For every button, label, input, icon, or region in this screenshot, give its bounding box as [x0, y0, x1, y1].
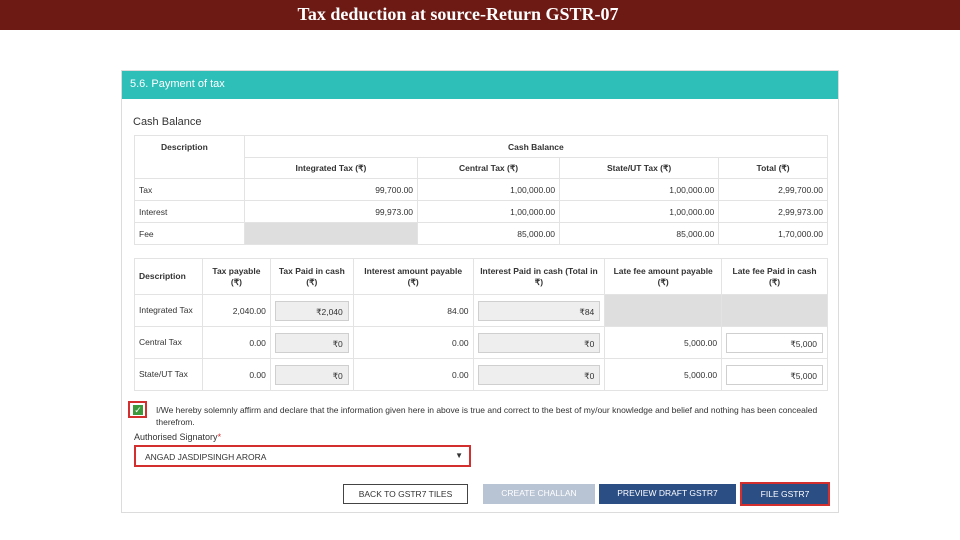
late-fee-paid-field[interactable]: ₹5,000 [726, 364, 823, 385]
pay-header-interest-paid: Interest Paid in cash (Total in ₹) [472, 258, 606, 295]
pay-cell-interest-payable: 84.00 [352, 294, 474, 327]
signatory-select[interactable]: ANGAD JASDIPSINGH ARORA ▼ [134, 445, 471, 467]
tax-paid-field[interactable]: ₹2,040 [274, 300, 349, 321]
pay-cell-tax-payable: 0.00 [201, 326, 271, 359]
payment-of-tax-panel: 5.6. Payment of tax Cash Balance Descrip… [121, 70, 839, 513]
cash-cell-total: 2,99,973.00 [718, 200, 828, 223]
cash-cell-total: 2,99,700.00 [718, 178, 828, 201]
pay-header-late-fee-payable: Late fee amount payable (₹) [604, 258, 723, 295]
pay-cell-late-fee-payable: 5,000.00 [604, 326, 723, 359]
chevron-down-icon: ▼ [455, 451, 463, 460]
cash-header-group: Cash Balance [243, 135, 829, 158]
cash-header-description: Description [134, 135, 245, 179]
cash-header-integrated-tax: Integrated Tax (₹) [243, 157, 419, 179]
declaration-text: I/We hereby solemnly affirm and declare … [156, 405, 818, 427]
cash-cell-cgst: 85,000.00 [417, 222, 561, 245]
signatory-label-text: Authorised Signatory [134, 432, 218, 442]
pay-cell-tax-payable: 2,040.00 [201, 294, 271, 327]
payment-table: Description Tax payable (₹) Tax Paid in … [134, 258, 828, 391]
cash-cell-igst: 99,700.00 [243, 178, 419, 201]
pay-cell-interest-payable: 0.00 [352, 326, 474, 359]
pay-cell-late-fee-payable [604, 294, 723, 327]
table-row: Tax 99,700.00 1,00,000.00 1,00,000.00 2,… [134, 178, 828, 201]
table-row: Fee 85,000.00 85,000.00 1,70,000.00 [134, 222, 828, 245]
cash-header-state-ut-tax: State/UT Tax (₹) [559, 157, 720, 179]
pay-header-tax-paid: Tax Paid in cash (₹) [269, 258, 354, 295]
pay-cell-late-fee-paid [721, 294, 828, 327]
table-row: State/UT Tax 0.00 ₹0 0.00 ₹0 5,000.00 ₹5… [134, 358, 828, 391]
check-icon: ✓ [133, 405, 143, 415]
pay-cell-interest-payable: 0.00 [352, 358, 474, 391]
cash-row-desc: Tax [134, 178, 245, 201]
required-mark: * [217, 432, 222, 442]
back-to-tiles-button[interactable]: BACK TO GSTR7 TILES [343, 484, 468, 504]
cash-header-central-tax: Central Tax (₹) [417, 157, 561, 179]
cash-balance-label: Cash Balance [133, 116, 202, 128]
cash-cell-cgst: 1,00,000.00 [417, 200, 561, 223]
file-gstr7-button[interactable]: FILE GSTR7 [740, 482, 830, 506]
table-row: Interest 99,973.00 1,00,000.00 1,00,000.… [134, 200, 828, 223]
cash-cell-igst: 99,973.00 [243, 200, 419, 223]
pay-cell-late-fee-payable: 5,000.00 [604, 358, 723, 391]
panel-title: 5.6. Payment of tax [130, 78, 225, 90]
cash-cell-sgst: 1,00,000.00 [559, 200, 720, 223]
pay-header-tax-payable: Tax payable (₹) [201, 258, 271, 295]
table-row: Central Tax 0.00 ₹0 0.00 ₹0 5,000.00 ₹5,… [134, 326, 828, 359]
pay-header-description: Description [134, 258, 203, 295]
signatory-label: Authorised Signatory* [134, 432, 221, 442]
cash-cell-sgst: 1,00,000.00 [559, 178, 720, 201]
cash-cell-igst [243, 222, 419, 245]
table-row: Integrated Tax 2,040.00 ₹2,040 84.00 ₹84 [134, 294, 828, 327]
cash-balance-table: Description Cash Balance Integrated Tax … [134, 135, 829, 245]
cash-cell-cgst: 1,00,000.00 [417, 178, 561, 201]
pay-row-desc: Central Tax [134, 326, 203, 359]
declaration-checkbox[interactable]: ✓ [128, 401, 147, 418]
tax-paid-field[interactable]: ₹0 [274, 332, 349, 353]
create-challan-button[interactable]: CREATE CHALLAN [483, 484, 595, 504]
pay-row-desc: State/UT Tax [134, 358, 203, 391]
tax-paid-field[interactable]: ₹0 [274, 364, 349, 385]
signatory-selected-value: ANGAD JASDIPSINGH ARORA [145, 452, 267, 462]
cash-row-desc: Fee [134, 222, 245, 245]
cash-cell-total: 1,70,000.00 [718, 222, 828, 245]
pay-header-interest-payable: Interest amount payable (₹) [352, 258, 474, 295]
panel-header: 5.6. Payment of tax [122, 71, 838, 99]
slide-title: Tax deduction at source-Return GSTR-07 [297, 4, 619, 24]
slide-header: Tax deduction at source-Return GSTR-07 [0, 0, 960, 30]
preview-draft-button[interactable]: PREVIEW DRAFT GSTR7 [599, 484, 736, 504]
interest-paid-field[interactable]: ₹0 [477, 332, 601, 353]
cash-row-desc: Interest [134, 200, 245, 223]
pay-cell-tax-payable: 0.00 [201, 358, 271, 391]
pay-header-late-fee-paid: Late fee Paid in cash (₹) [721, 258, 828, 295]
interest-paid-field[interactable]: ₹0 [477, 364, 601, 385]
interest-paid-field[interactable]: ₹84 [477, 300, 601, 321]
pay-row-desc: Integrated Tax [134, 294, 203, 327]
late-fee-paid-field[interactable]: ₹5,000 [726, 332, 823, 353]
cash-cell-sgst: 85,000.00 [559, 222, 720, 245]
cash-header-total: Total (₹) [718, 157, 828, 179]
